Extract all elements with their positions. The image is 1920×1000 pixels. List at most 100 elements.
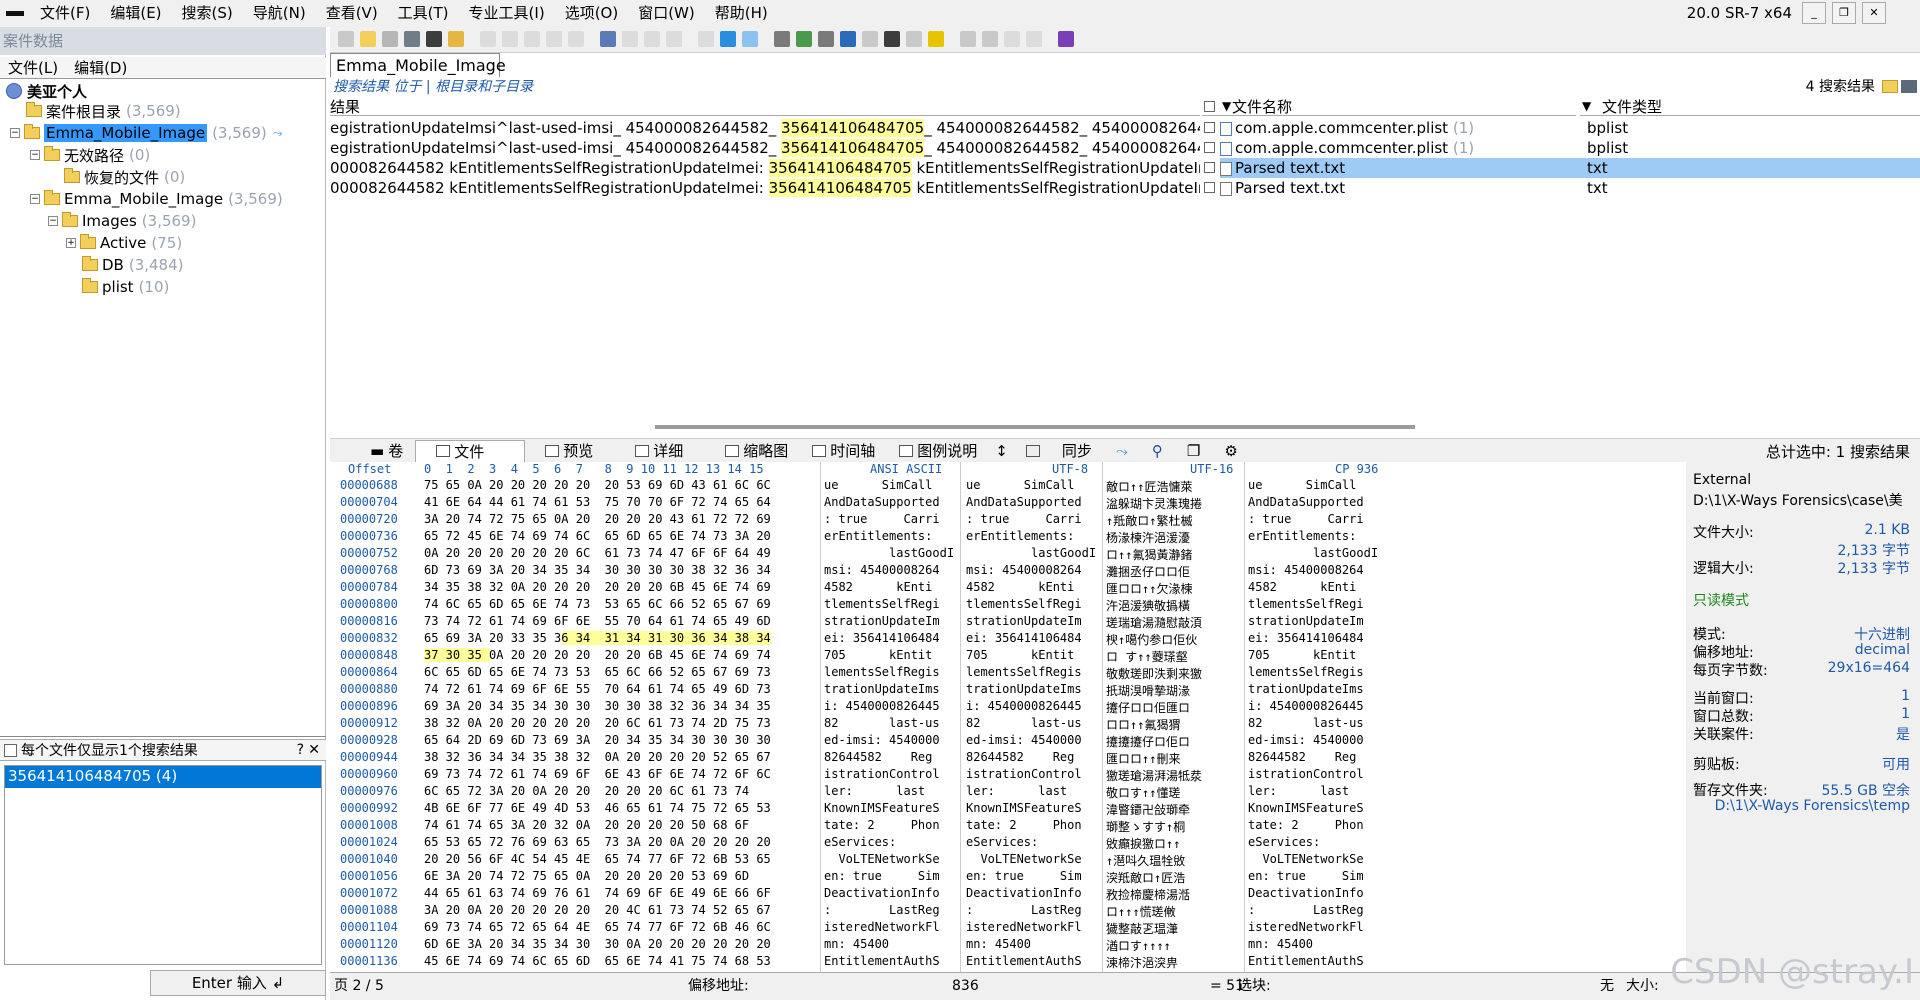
paste-icon[interactable] — [546, 31, 562, 47]
tab-thumbnails[interactable]: 缩略图 — [713, 440, 800, 461]
result-row[interactable]: egistrationUpdateImsi^last-used-imsi_ 45… — [330, 118, 1920, 138]
tab-timeline[interactable]: 时间轴 — [800, 440, 887, 461]
tree-plist[interactable]: plist (10) — [82, 277, 169, 297]
paste-special-icon[interactable] — [568, 31, 584, 47]
export-icon[interactable] — [448, 31, 464, 47]
chat-icon[interactable] — [884, 31, 900, 47]
tree-images[interactable]: − Images (3,569) — [48, 211, 196, 231]
col-header-filename[interactable]: 文件名称 — [1202, 98, 1576, 116]
grid-view-icon[interactable] — [960, 31, 976, 47]
one-hit-per-file-option[interactable]: 每个文件仅显示1个搜索结果 ? ✕ — [0, 739, 326, 761]
menu-view[interactable]: 查看(V) — [316, 0, 388, 27]
col-header-result[interactable]: 结果 — [330, 98, 1200, 116]
ram-icon[interactable] — [818, 31, 834, 47]
open-disk-icon[interactable] — [774, 31, 790, 47]
collapse-icon[interactable]: − — [30, 150, 40, 160]
select-all-checkbox[interactable] — [1204, 101, 1215, 112]
settings-icon[interactable]: ⚙ — [1212, 442, 1249, 460]
save-icon[interactable] — [382, 31, 398, 47]
tree-emma-image[interactable]: − Emma_Mobile_Image (3,569) ⤳ — [10, 123, 282, 143]
tree-root[interactable]: 美亚个人 — [6, 81, 87, 101]
close-button[interactable]: ✕ — [1862, 2, 1886, 24]
col-header-filetype[interactable]: 文件类型 — [1580, 98, 1920, 116]
offset-value[interactable]: decimal — [1855, 642, 1910, 658]
sort-arrows-icon[interactable]: ↕ — [989, 442, 1020, 460]
filter-icon[interactable]: ▼ — [1222, 99, 1231, 113]
tree-emma-image-sub[interactable]: − Emma_Mobile_Image (3,569) — [30, 189, 283, 209]
enter-input-button[interactable]: Enter 输入 ↲ — [150, 970, 326, 996]
mode-value[interactable]: 十六进制 — [1854, 624, 1910, 644]
folder-icon[interactable] — [1882, 80, 1898, 93]
row-checkbox[interactable] — [1204, 162, 1215, 173]
book-icon[interactable] — [1058, 31, 1074, 47]
hash-icon[interactable] — [862, 31, 878, 47]
blank-view-icon[interactable] — [1020, 444, 1050, 457]
print-icon[interactable] — [404, 31, 420, 47]
menu-help[interactable]: 帮助(H) — [705, 0, 778, 27]
tree-recovered-files[interactable]: 恢复的文件 (0) — [64, 167, 185, 187]
find-next-icon[interactable] — [666, 31, 682, 47]
goto-icon[interactable] — [698, 31, 714, 47]
calculator-icon[interactable] — [840, 31, 856, 47]
tab-emma-mobile-image[interactable]: Emma_Mobile_Image — [330, 53, 506, 77]
menu-edit[interactable]: 编辑(E) — [100, 0, 171, 27]
next-icon[interactable] — [1026, 31, 1042, 47]
forward-arrow-icon[interactable] — [742, 31, 758, 47]
tab-legend[interactable]: 图例说明 — [887, 440, 989, 461]
menu-window[interactable]: 窗口(W) — [628, 0, 705, 27]
menu-pro-tools[interactable]: 专业工具(I) — [459, 0, 555, 27]
replace-icon[interactable] — [644, 31, 660, 47]
case-menu-file[interactable]: 文件(L) — [0, 57, 66, 78]
app-menu-icon[interactable] — [0, 11, 30, 16]
result-row[interactable]: 000082644582 kEntitlementsSelfRegistrati… — [330, 178, 1920, 198]
shortcut-icon[interactable] — [906, 31, 922, 47]
find-hex-icon[interactable] — [622, 31, 638, 47]
tab-preview[interactable]: 预览 — [525, 440, 623, 461]
table-view-icon[interactable] — [982, 31, 998, 47]
readonly-mode[interactable]: 只读模式 — [1693, 590, 1749, 610]
search-binoculars-icon[interactable]: ⚲ — [1140, 442, 1175, 460]
cut-icon[interactable] — [502, 31, 518, 47]
collapse-icon[interactable]: − — [30, 194, 40, 204]
copy-icon[interactable] — [524, 31, 540, 47]
sync-icon[interactable]: ⤳ — [1104, 442, 1140, 460]
tab-file[interactable]: 文件 — [415, 439, 526, 462]
collapse-icon[interactable]: − — [48, 216, 58, 226]
case-menu-edit[interactable]: 编辑(D) — [66, 57, 135, 78]
filter-icon[interactable]: ▼ — [1582, 99, 1591, 113]
row-checkbox[interactable] — [1204, 142, 1215, 153]
tree-active[interactable]: + Active (75) — [66, 233, 182, 253]
one-hit-checkbox[interactable] — [4, 743, 17, 757]
close-icon[interactable]: ✕ — [308, 742, 320, 758]
result-row-selected[interactable]: 000082644582 kEntitlementsSelfRegistrati… — [330, 158, 1920, 178]
restore-button[interactable]: ❐ — [1832, 2, 1856, 24]
hit-list-item[interactable]: 356414106484705 (4) — [5, 766, 321, 788]
undo-icon[interactable] — [480, 31, 496, 47]
result-row[interactable]: egistrationUpdateImsi^last-used-imsi_ 45… — [330, 138, 1920, 158]
properties-icon[interactable] — [426, 31, 442, 47]
menu-file[interactable]: 文件(F) — [30, 0, 100, 27]
temp-folder-path[interactable]: D:\1\X-Ways Forensics\temp — [1715, 798, 1910, 814]
tab-volume[interactable]: ▬ 卷 — [330, 440, 415, 461]
find-icon[interactable] — [600, 31, 616, 47]
horizontal-scrollbar[interactable] — [655, 425, 1415, 429]
open-image-icon[interactable] — [796, 31, 812, 47]
tree-invalid-path[interactable]: − 无效路径 (0) — [30, 145, 150, 165]
copy-view-icon[interactable]: ❐ — [1175, 442, 1212, 460]
analysis-icon[interactable] — [928, 31, 944, 47]
tree-db[interactable]: DB (3,484) — [82, 255, 184, 275]
row-checkbox[interactable] — [1204, 182, 1215, 193]
save-results-icon[interactable] — [1901, 80, 1917, 93]
menu-navigate[interactable]: 导航(N) — [243, 0, 316, 27]
collapse-icon[interactable]: − — [10, 128, 20, 138]
hex-editor[interactable]: Offset 0 1 2 3 4 5 6 7 8 9 10 11 12 13 1… — [330, 462, 1400, 972]
prev-icon[interactable] — [1004, 31, 1020, 47]
tab-sync[interactable]: 同步 — [1050, 440, 1104, 461]
row-checkbox[interactable] — [1204, 122, 1215, 133]
menu-search[interactable]: 搜索(S) — [172, 0, 243, 27]
new-file-icon[interactable] — [338, 31, 354, 47]
offset-value[interactable]: 836 — [952, 973, 979, 999]
minimize-button[interactable]: _ — [1802, 2, 1826, 24]
back-arrow-icon[interactable] — [720, 31, 736, 47]
tab-details[interactable]: 详细 — [623, 440, 713, 461]
